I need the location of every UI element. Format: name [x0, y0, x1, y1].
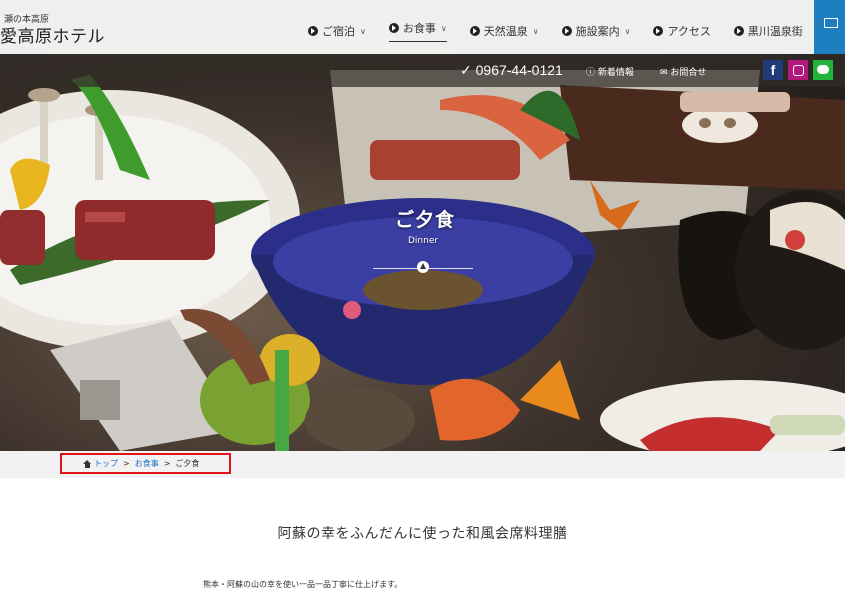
nav-item-5[interactable]: 黒川温泉街 — [733, 20, 803, 42]
site-header: 瀬の本高原 愛高原ホテル ご宿泊 ∨ お食事 ∨ 天然温泉 ∨ 施設案内 ∨ アクセス 黒川温泉街 — [0, 0, 845, 54]
nav-label: 施設案内 — [575, 25, 620, 38]
home-icon — [83, 459, 92, 468]
inquiry-link[interactable]: ✉ お問合せ — [660, 65, 706, 78]
scroll-up-icon[interactable] — [417, 261, 429, 273]
hero-banner: 瀬の本高原 愛高原ホテル ご宿泊 ∨ お食事 ∨ 天然温泉 ∨ 施設案内 ∨ アクセス 黒川温泉街… — [0, 0, 845, 451]
chevron-down-icon: ∨ — [532, 26, 539, 36]
nav-label: アクセス — [667, 25, 711, 38]
nav-item-2[interactable]: 天然温泉 ∨ — [469, 20, 539, 42]
breadcrumb-top[interactable]: トップ — [94, 458, 118, 469]
chevron-down-icon: ∨ — [624, 26, 631, 36]
arrow-circle-icon — [469, 26, 480, 36]
contact-tab[interactable] — [814, 0, 845, 54]
intro-text: 熊本・阿蘇の山の幸を使い一品一品丁寧に仕上げます。 — [203, 580, 403, 589]
page-subtitle: Dinner — [408, 236, 439, 246]
arrow-circle-icon — [561, 26, 572, 36]
main-nav: ご宿泊 ∨ お食事 ∨ 天然温泉 ∨ 施設案内 ∨ アクセス 黒川温泉街 — [308, 20, 826, 42]
nav-item-0[interactable]: ご宿泊 ∨ — [308, 20, 366, 42]
nav-label: お食事 — [402, 22, 436, 35]
mail-icon — [824, 18, 838, 28]
contact-bar: ✓ 0967-44-0121 ⓘ 新着情報 ✉ お問合せ — [0, 54, 845, 87]
nav-item-4[interactable]: アクセス — [653, 20, 711, 42]
breadcrumb: トップ > お食事 > ご夕食 — [83, 458, 199, 469]
instagram-icon[interactable] — [788, 60, 808, 80]
nav-label: 天然温泉 — [483, 25, 528, 38]
arrow-circle-icon — [308, 26, 318, 36]
line-icon[interactable] — [813, 60, 833, 80]
nav-label: 黒川温泉街 — [747, 25, 803, 38]
arrow-circle-icon — [733, 26, 744, 36]
section-heading: 阿蘇の幸をふんだんに使った和風会席料理膳 — [277, 526, 568, 542]
nav-label: ご宿泊 — [322, 25, 355, 38]
site-logo[interactable]: 愛高原ホテル — [0, 22, 105, 47]
nav-item-1[interactable]: お食事 ∨ — [388, 20, 447, 42]
breadcrumb-separator: > — [123, 459, 130, 468]
chevron-down-icon: ∨ — [360, 26, 366, 36]
page-title: ご夕食 — [395, 209, 456, 231]
nav-item-3[interactable]: 施設案内 ∨ — [561, 20, 631, 42]
arrow-circle-icon — [653, 26, 664, 36]
news-link[interactable]: ⓘ 新着情報 — [586, 65, 634, 78]
breadcrumb-separator: > — [163, 459, 171, 468]
arrow-circle-icon — [388, 23, 399, 33]
breadcrumb-meals[interactable]: お食事 — [135, 458, 159, 469]
breadcrumb-current: ご夕食 — [175, 459, 200, 468]
phone-number[interactable]: ✓ 0967-44-0121 — [460, 62, 563, 79]
facebook-icon[interactable]: f — [763, 60, 783, 80]
chevron-down-icon: ∨ — [440, 23, 447, 33]
